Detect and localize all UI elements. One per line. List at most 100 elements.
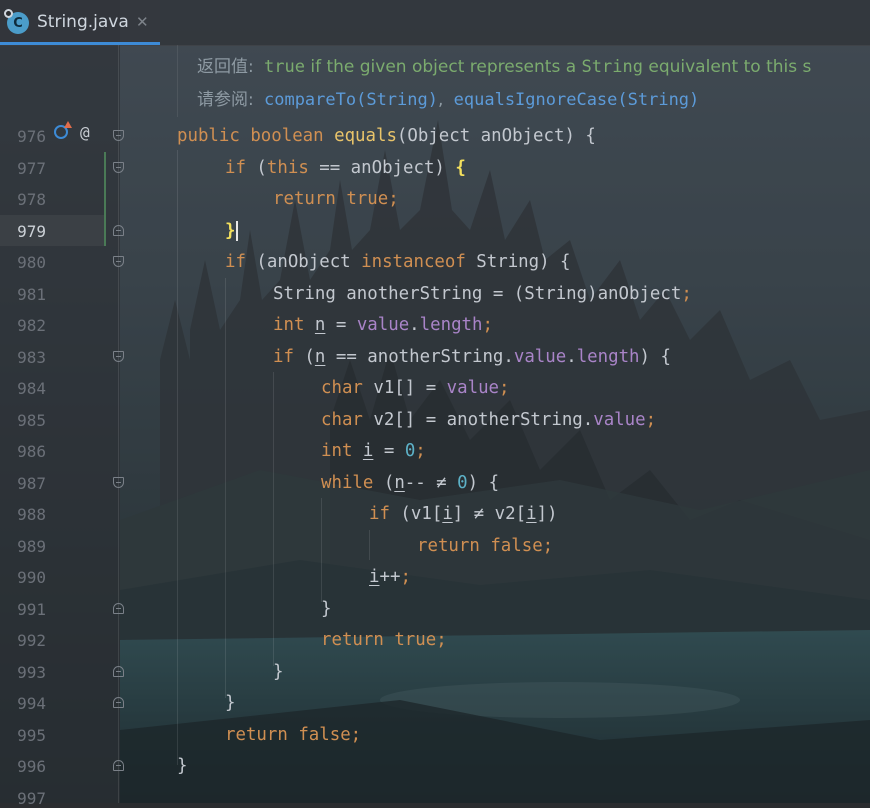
code-text: . xyxy=(566,347,577,367)
code-line-984[interactable]: char v1[] = value; xyxy=(321,377,510,399)
code-line-995[interactable]: return false; xyxy=(225,724,361,746)
keyword: if xyxy=(273,347,294,367)
code-line-979[interactable]: } xyxy=(225,220,239,242)
code-text: = xyxy=(373,441,405,461)
close-tab-icon[interactable]: ✕ xyxy=(136,13,149,31)
code-text: v2[] = anotherString. xyxy=(362,410,594,430)
indent-guide xyxy=(321,498,322,602)
keyword: int xyxy=(321,441,353,461)
code-line-985[interactable]: char v2[] = anotherString.value; xyxy=(321,409,656,431)
fold-toggle-icon[interactable] xyxy=(113,760,124,771)
variable: i xyxy=(362,441,374,461)
line-number: 976 xyxy=(17,127,46,146)
code-line-987[interactable]: while (n-- ≠ 0) { xyxy=(321,472,499,494)
code-line-986[interactable]: int i = 0; xyxy=(321,440,426,462)
fold-toggle-icon[interactable] xyxy=(113,225,124,236)
line-number: 993 xyxy=(17,663,46,682)
code-text: String anotherString = (String)anObject xyxy=(273,284,682,304)
code-line-980[interactable]: if (anObject instanceof String) { xyxy=(225,251,571,273)
code-line-989[interactable]: return false; xyxy=(417,535,553,557)
field: value xyxy=(446,378,500,398)
fold-toggle-icon[interactable] xyxy=(113,697,124,708)
code-text: ; xyxy=(645,410,657,430)
line-number: 987 xyxy=(17,474,46,493)
keyword: true xyxy=(394,630,437,650)
keyword: return xyxy=(321,630,384,650)
field: length xyxy=(419,315,483,335)
variable: i xyxy=(526,504,537,524)
fold-toggle-icon[interactable] xyxy=(113,603,124,614)
code-text: } xyxy=(321,599,332,619)
fold-toggle-icon[interactable] xyxy=(113,256,124,267)
active-tab-indicator xyxy=(0,42,160,45)
code-line-981[interactable]: String anotherString = (String)anObject; xyxy=(273,283,692,305)
link-separator: , xyxy=(437,90,444,110)
fold-toggle-icon[interactable] xyxy=(113,162,124,173)
code-text: v1[] = xyxy=(362,378,447,398)
code-text: ; xyxy=(681,284,692,304)
line-number: 983 xyxy=(17,348,46,367)
code-line-978[interactable]: return true; xyxy=(273,188,399,210)
vcs-change-marker[interactable] xyxy=(104,152,106,246)
fold-toggle-icon[interactable] xyxy=(113,351,124,362)
keyword: return xyxy=(225,725,288,745)
code-text: = xyxy=(325,315,357,335)
code-text: ) { xyxy=(467,473,500,493)
java-class-icon: C xyxy=(4,9,29,34)
number-literal: 0 xyxy=(457,473,468,493)
indent-guide xyxy=(177,150,178,765)
code-text: (anObject xyxy=(245,252,362,272)
code-line-990[interactable]: i++; xyxy=(369,566,411,588)
code-text: ++ xyxy=(379,567,401,587)
code-line-994[interactable]: } xyxy=(225,692,235,714)
doc-returns: 返回值: true if the given object represents… xyxy=(197,52,811,77)
line-number: 979 xyxy=(17,222,46,241)
keyword: public xyxy=(177,126,240,146)
code-line-991[interactable]: } xyxy=(321,598,331,620)
matched-brace: { xyxy=(455,158,466,178)
keyword: boolean xyxy=(250,126,324,146)
code-line-988[interactable]: if (v1[i] ≠ v2[i]) xyxy=(369,503,558,525)
overrides-method-icon[interactable] xyxy=(54,121,72,139)
class-icon-letter: C xyxy=(13,15,23,31)
doc-text: if the given object represents a xyxy=(304,57,582,77)
code-line-976[interactable]: public boolean equals(Object anObject) { xyxy=(177,125,596,147)
code-text: == anotherString. xyxy=(325,347,514,367)
line-number: 986 xyxy=(17,442,46,461)
link-compare-to[interactable]: compareTo(String) xyxy=(264,90,438,110)
code-line-982[interactable]: int n = value.length; xyxy=(273,314,493,336)
link-equals-ignore-case[interactable]: equalsIgnoreCase(String) xyxy=(454,90,700,110)
keyword: return xyxy=(273,189,336,209)
fold-toggle-icon[interactable] xyxy=(113,477,124,488)
background-dim-overlay xyxy=(0,0,870,803)
code-text: ; xyxy=(482,315,493,335)
field: length xyxy=(576,347,640,367)
code-text: (v1[ xyxy=(389,504,443,524)
code-text: } xyxy=(177,756,188,776)
indent-guide xyxy=(369,530,370,560)
code-line-983[interactable]: if (n == anotherString.value.length) { xyxy=(273,346,671,368)
fold-toggle-icon[interactable] xyxy=(113,666,124,677)
tab-label: String.java xyxy=(37,12,129,32)
keyword: while xyxy=(321,473,374,493)
line-number: 989 xyxy=(17,537,46,556)
code-line-977[interactable]: if (this == anObject) { xyxy=(225,157,466,179)
keyword: int xyxy=(273,315,305,335)
tab-string-java[interactable]: C String.java ✕ xyxy=(0,0,160,45)
code-line-993[interactable]: } xyxy=(273,661,283,683)
fold-toggle-icon[interactable] xyxy=(113,130,124,141)
annotation-icon[interactable]: @ xyxy=(80,123,90,142)
number-literal: 0 xyxy=(404,441,416,461)
doc-text: equivalent to this s xyxy=(642,57,812,77)
javadoc-rendered: 返回值: true if the given object represents… xyxy=(177,45,870,117)
code-line-996[interactable]: } xyxy=(177,755,187,777)
keyword: if xyxy=(369,504,390,524)
line-number: 988 xyxy=(17,505,46,524)
code-text: ( xyxy=(373,473,395,493)
line-number: 991 xyxy=(17,600,46,619)
line-number: 984 xyxy=(17,379,46,398)
code-line-992[interactable]: return true; xyxy=(321,629,447,651)
line-number: 995 xyxy=(17,726,46,745)
text-caret xyxy=(236,221,239,241)
code-text: ; xyxy=(499,378,510,398)
